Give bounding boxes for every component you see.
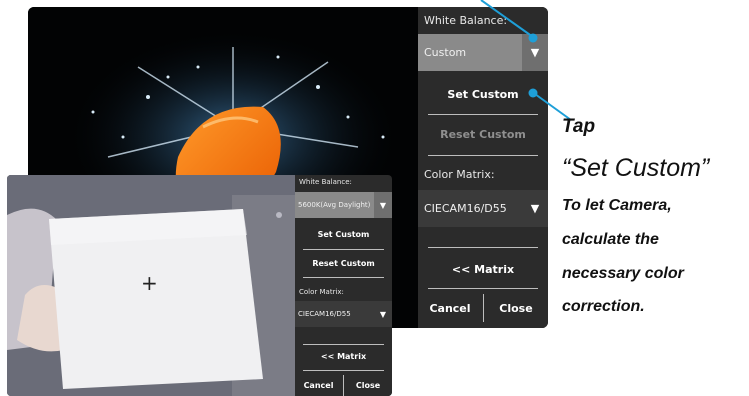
white-balance-value: Custom: [424, 46, 467, 59]
divider: [303, 249, 384, 250]
divider: [428, 288, 538, 289]
annotation-line: necessary color: [562, 265, 684, 282]
matrix-button[interactable]: << Matrix: [418, 263, 548, 276]
annotation-set-custom: “Set Custom”: [562, 154, 710, 182]
annotation-line: correction.: [562, 298, 645, 315]
set-custom-button[interactable]: Set Custom: [295, 230, 392, 239]
color-matrix-value: CIECAM16/D55: [298, 310, 351, 318]
annotation-line: calculate the: [562, 231, 659, 248]
color-matrix-value: CIECAM16/D55: [424, 202, 507, 215]
white-balance-dropdown[interactable]: Custom ▼: [418, 34, 548, 71]
close-button[interactable]: Close: [484, 302, 548, 315]
chevron-down-icon[interactable]: ▼: [374, 301, 392, 327]
white-balance-label: White Balance:: [299, 178, 352, 186]
divider: [303, 370, 384, 371]
divider: [303, 344, 384, 345]
matrix-button[interactable]: << Matrix: [295, 352, 392, 361]
color-matrix-label: Color Matrix:: [299, 288, 344, 296]
crosshair-icon: +: [141, 271, 158, 295]
settings-panel-small: White Balance: 5600K(Avg Daylight) ▼ Set…: [295, 175, 392, 396]
divider: [428, 155, 538, 156]
white-balance-label: White Balance:: [424, 14, 508, 27]
chevron-down-icon[interactable]: ▼: [522, 190, 548, 227]
annotation-tap: Tap: [562, 116, 596, 137]
settings-panel-large: White Balance: Custom ▼ Set Custom Reset…: [418, 7, 548, 328]
reset-custom-button[interactable]: Reset Custom: [418, 128, 548, 141]
reset-custom-button[interactable]: Reset Custom: [295, 259, 392, 268]
chevron-down-icon[interactable]: ▼: [374, 192, 392, 218]
white-balance-dropdown[interactable]: 5600K(Avg Daylight) ▼: [295, 192, 392, 218]
annotation-line: To let Camera,: [562, 197, 672, 214]
chevron-down-icon[interactable]: ▼: [522, 34, 548, 71]
divider: [303, 277, 384, 278]
color-matrix-dropdown[interactable]: CIECAM16/D55 ▼: [295, 301, 392, 327]
color-matrix-dropdown[interactable]: CIECAM16/D55 ▼: [418, 190, 548, 227]
camera-screen-small: + White Balance: 5600K(Avg Daylight) ▼ S…: [7, 175, 392, 396]
divider: [428, 114, 538, 115]
white-balance-value: 5600K(Avg Daylight): [298, 201, 371, 209]
divider: [428, 247, 538, 248]
color-matrix-label: Color Matrix:: [424, 168, 495, 181]
set-custom-button[interactable]: Set Custom: [418, 88, 548, 101]
close-button[interactable]: Close: [344, 381, 392, 390]
cancel-button[interactable]: Cancel: [295, 381, 342, 390]
cancel-button[interactable]: Cancel: [418, 302, 482, 315]
video-preview-small: +: [7, 175, 295, 396]
